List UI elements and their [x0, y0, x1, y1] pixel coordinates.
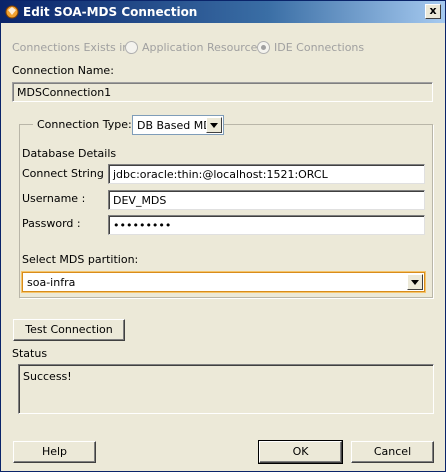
radio-ide-connections-label: IDE Connections — [274, 41, 365, 54]
radio-button-icon — [125, 41, 138, 54]
ok-button[interactable]: OK — [258, 440, 343, 464]
password-label: Password : — [22, 217, 81, 230]
mds-partition-value: soa-infra — [27, 276, 76, 289]
connect-string-label: Connect String : — [22, 167, 112, 180]
cancel-button[interactable]: Cancel — [351, 441, 434, 463]
mds-partition-select[interactable]: soa-infra — [22, 272, 425, 292]
connection-name-label: Connection Name: — [12, 64, 114, 77]
connect-string-input[interactable]: jdbc:oracle:thin:@localhost:1521:ORCL — [108, 164, 425, 184]
dialog-title: Edit SOA-MDS Connection — [23, 5, 198, 19]
database-details-heading: Database Details — [22, 147, 117, 160]
password-input[interactable]: ••••••••• — [108, 215, 425, 235]
username-label: Username : — [22, 192, 86, 205]
test-connection-button[interactable]: Test Connection — [13, 319, 125, 341]
radio-button-checked-icon — [257, 41, 270, 54]
status-label: Status — [12, 347, 48, 360]
connection-type-label: Connection Type: — [33, 115, 136, 135]
connection-type-select[interactable]: DB Based MDS — [132, 115, 224, 135]
chevron-down-icon — [407, 274, 423, 290]
connections-exists-label: Connections Exists in: — [12, 41, 133, 54]
title-bar: Edit SOA-MDS Connection x — [1, 1, 445, 23]
radio-ide-connections[interactable]: IDE Connections — [257, 41, 364, 54]
radio-application-resources[interactable]: Application Resources — [125, 41, 263, 54]
username-input[interactable]: DEV_MDS — [108, 190, 425, 210]
status-text: Success! — [23, 370, 72, 383]
app-icon — [5, 5, 19, 19]
connection-name-field[interactable]: MDSConnection1 — [12, 82, 433, 102]
radio-application-resources-label: Application Resources — [142, 41, 264, 54]
chevron-down-icon — [206, 117, 222, 133]
help-button[interactable]: Help — [13, 441, 96, 463]
dialog-window: Edit SOA-MDS Connection x Connections Ex… — [0, 0, 446, 472]
mds-partition-label: Select MDS partition: — [22, 253, 139, 266]
close-button[interactable]: x — [425, 4, 441, 19]
status-box: Success! — [18, 364, 434, 414]
